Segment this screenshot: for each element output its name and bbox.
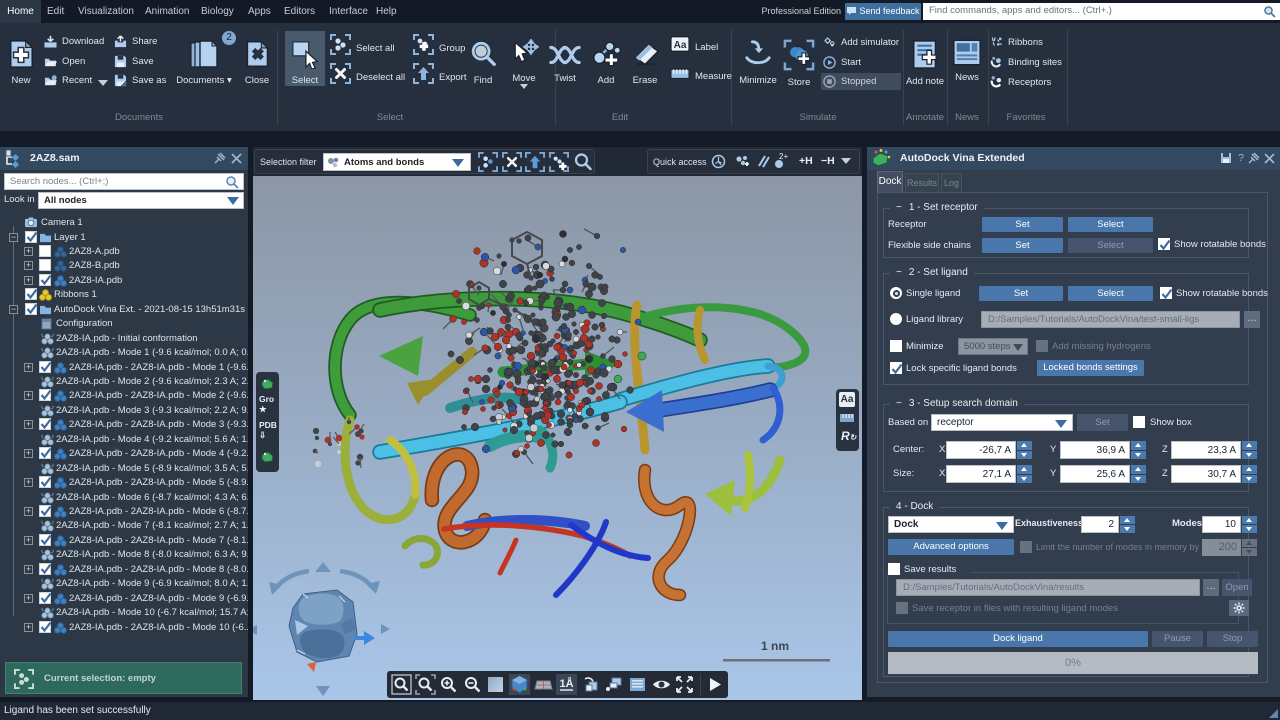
svg-text:Aa: Aa — [674, 40, 687, 51]
svg-text:1Å: 1Å — [559, 677, 573, 690]
svg-text:1 nm: 1 nm — [761, 639, 789, 653]
